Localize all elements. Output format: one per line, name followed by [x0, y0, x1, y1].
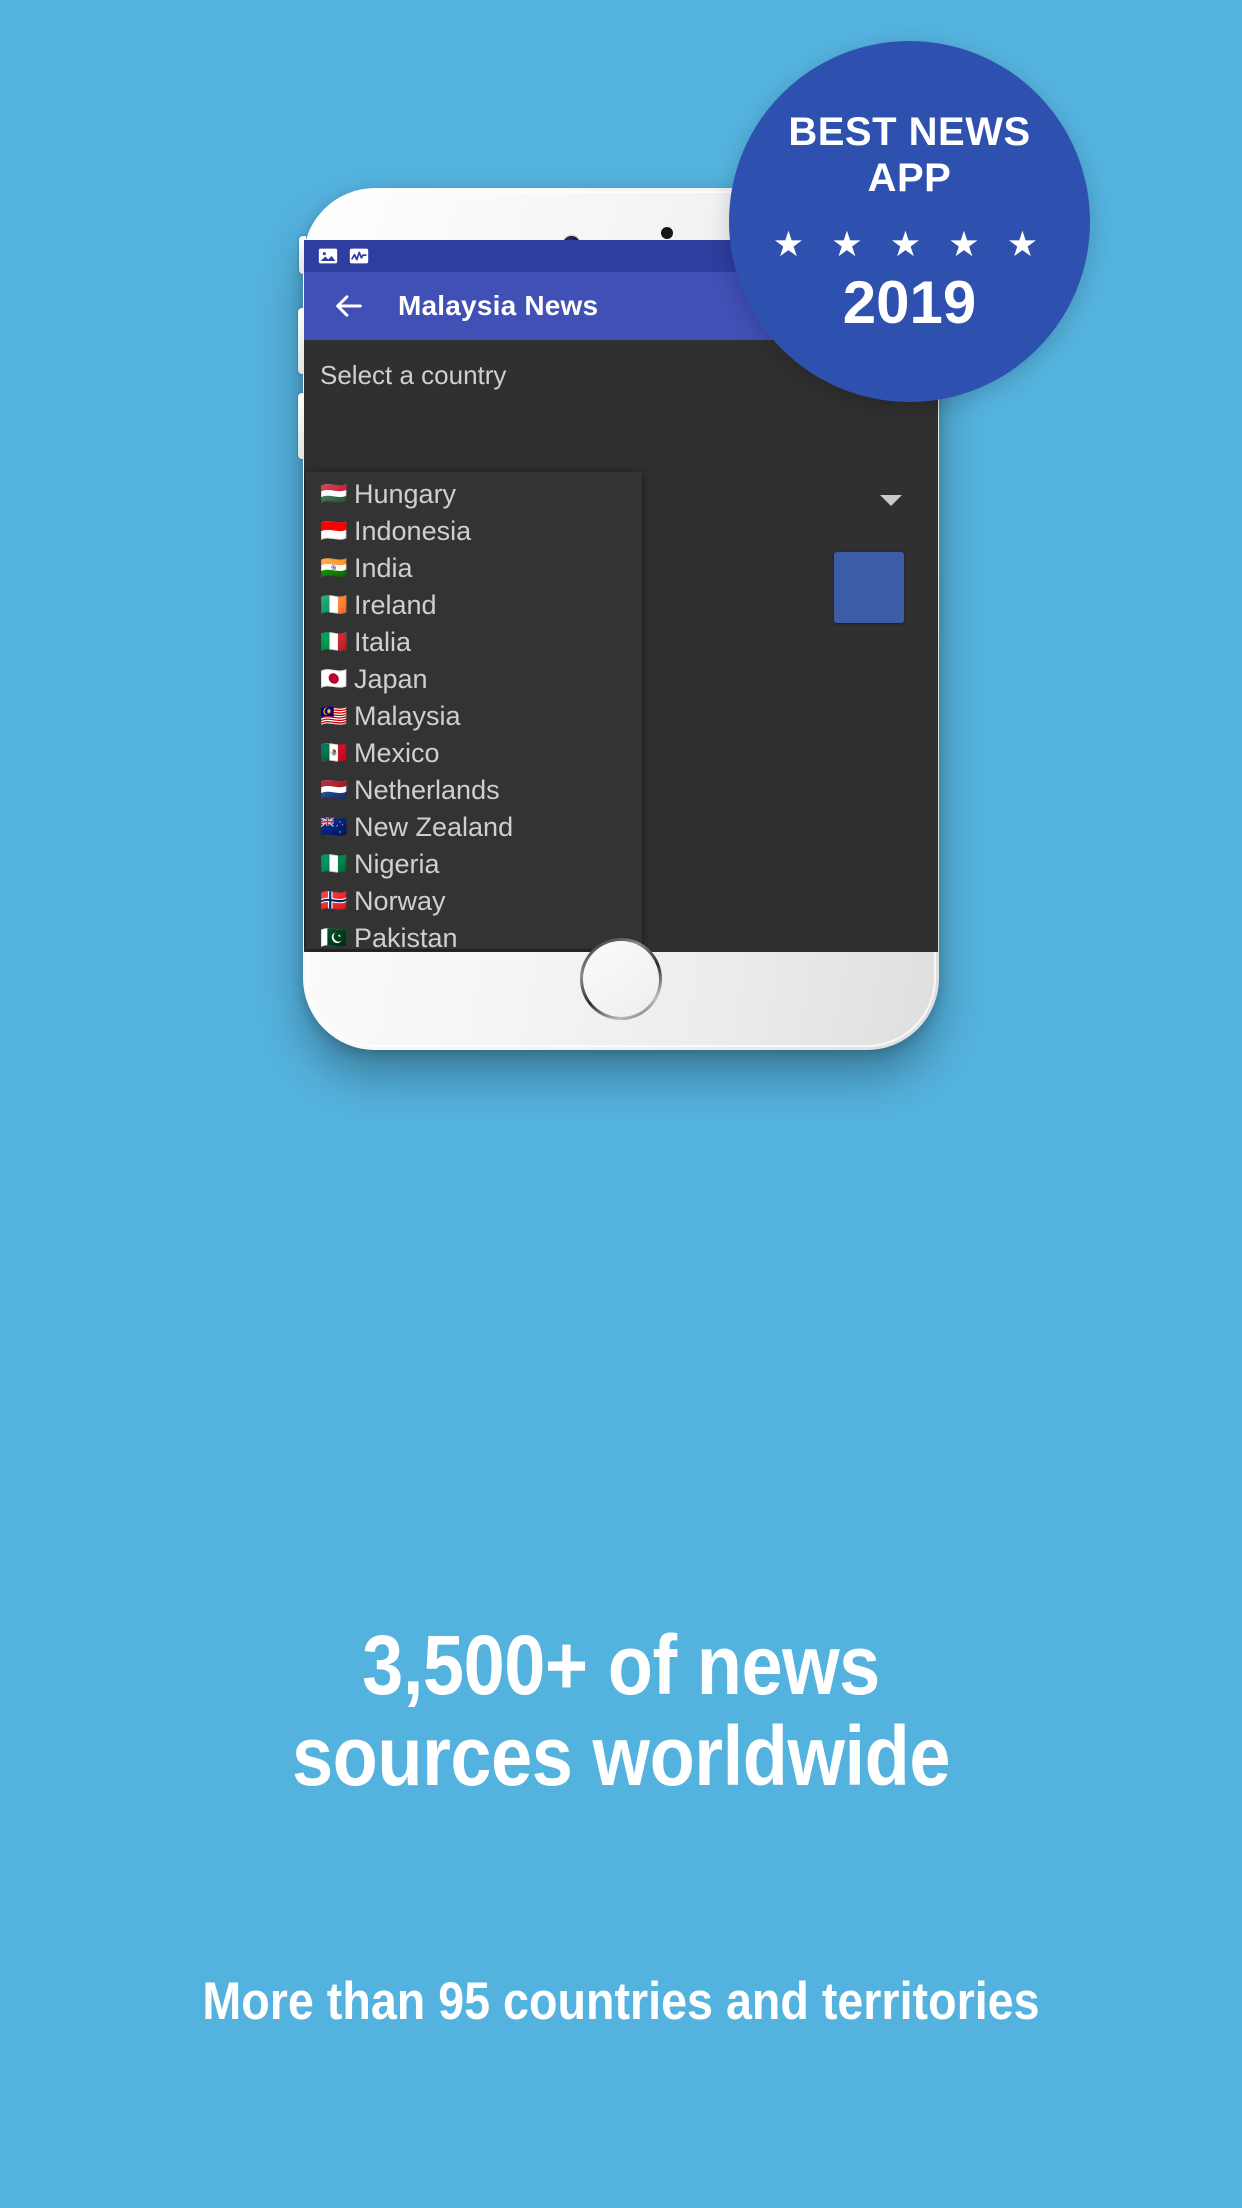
country-list-item[interactable]: 🇳🇴 Norway	[306, 883, 642, 920]
country-flag-icon: 🇲🇽	[320, 740, 348, 766]
subline: More than 95 countries and territories	[202, 1972, 1040, 2031]
country-list-item[interactable]: 🇳🇿 New Zealand	[306, 809, 642, 846]
country-flag-icon: 🇳🇱	[320, 777, 348, 803]
country-name-label: Mexico	[354, 738, 440, 768]
country-flag-icon: 🇲🇾	[320, 703, 348, 729]
country-name-label: Hungary	[354, 479, 457, 509]
country-name-label: Netherlands	[354, 775, 500, 805]
country-flag-icon: 🇮🇪	[320, 592, 348, 618]
country-name-label: Malaysia	[354, 701, 461, 731]
country-list-item[interactable]: 🇳🇱 Netherlands	[306, 772, 642, 809]
country-list-item[interactable]: 🇲🇾 Malaysia	[306, 698, 642, 735]
country-list-item[interactable]: 🇲🇽 Mexico	[306, 735, 642, 772]
back-arrow-icon[interactable]	[332, 289, 366, 323]
country-list-item[interactable]: 🇮🇪 Ireland	[306, 587, 642, 624]
country-name-label: Ireland	[354, 590, 437, 620]
award-badge: BEST NEWS APP ★ ★ ★ ★ ★ 2019	[729, 41, 1090, 402]
country-flag-icon: 🇮🇹	[320, 629, 348, 655]
page-title: Malaysia News	[398, 290, 599, 321]
country-dropdown-panel[interactable]: 🇭🇺 Hungary 🇮🇩 Indonesia 🇮🇳 India 🇮🇪 Ireland 🇮🇹 It…	[306, 472, 642, 949]
image-icon	[318, 248, 338, 264]
country-name-label: Japan	[354, 664, 428, 694]
country-flag-icon: 🇭🇺	[320, 481, 348, 507]
country-list-item[interactable]: 🇯🇵 Japan	[306, 661, 642, 698]
country-flag-icon: 🇯🇵	[320, 666, 348, 692]
star-rating-icon: ★ ★ ★ ★ ★	[772, 224, 1047, 265]
country-list-item[interactable]: 🇮🇳 India	[306, 550, 642, 587]
badge-title: BEST NEWS APP	[788, 110, 1030, 201]
country-flag-icon: 🇮🇩	[320, 518, 348, 544]
country-flag-icon: 🇮🇳	[320, 555, 348, 581]
home-button[interactable]	[580, 938, 662, 1020]
badge-title-line1: BEST NEWS	[788, 110, 1031, 155]
country-flag-icon: 🇳🇿	[320, 814, 348, 840]
country-list-item[interactable]: 🇳🇬 Nigeria	[306, 846, 642, 883]
country-name-label: India	[354, 553, 413, 583]
select-country-label: Select a country	[320, 360, 507, 390]
headline-line1: 3,500+ of news	[362, 1618, 880, 1712]
proximity-sensor-icon	[661, 227, 673, 239]
country-name-label: Nigeria	[354, 849, 440, 879]
badge-year: 2019	[842, 268, 977, 336]
country-list-item[interactable]: 🇮🇹 Italia	[306, 624, 642, 661]
country-name-label: Pakistan	[354, 923, 458, 950]
country-flag-icon: 🇳🇴	[320, 888, 348, 914]
country-name-label: Italia	[354, 627, 412, 657]
badge-title-line2: APP	[867, 156, 952, 200]
chevron-down-icon[interactable]	[880, 495, 902, 506]
status-bar-left-icons	[317, 245, 370, 267]
country-list[interactable]: 🇭🇺 Hungary 🇮🇩 Indonesia 🇮🇳 India 🇮🇪 Ireland 🇮🇹 It…	[306, 472, 642, 950]
country-list-item[interactable]: 🇮🇩 Indonesia	[306, 513, 642, 550]
country-name-label: Indonesia	[354, 516, 472, 546]
country-flag-icon: 🇵🇰	[320, 925, 348, 949]
country-list-item[interactable]: 🇭🇺 Hungary	[306, 476, 642, 513]
country-list-item[interactable]: 🇵🇰 Pakistan	[306, 920, 642, 950]
country-flag-icon: 🇳🇬	[320, 851, 348, 877]
screen-content: Select a country 🇭🇺 Hungary 🇮🇩 Indonesia 🇮🇳 I…	[304, 340, 938, 952]
country-name-label: New Zealand	[354, 812, 514, 842]
activity-icon	[349, 248, 369, 264]
country-name-label: Norway	[354, 886, 446, 916]
headline: 3,500+ of news sources worldwide	[75, 1620, 1168, 1801]
headline-line2: sources worldwide	[292, 1708, 950, 1803]
news-source-tile[interactable]	[834, 552, 904, 623]
